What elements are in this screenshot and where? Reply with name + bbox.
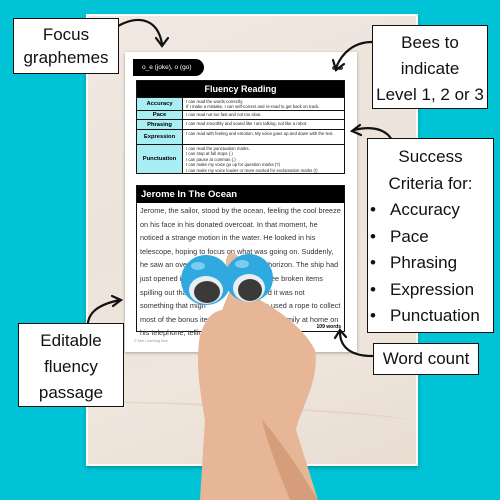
- callout-word-count: Word count: [373, 343, 479, 375]
- arrow-focus: [116, 18, 164, 46]
- callout-line: Bees to: [401, 33, 459, 52]
- success-item: • Expression: [368, 277, 493, 304]
- callout-line: graphemes: [23, 48, 109, 67]
- bullet-icon: •: [370, 306, 376, 325]
- callout-line: Level 1, 2 or 3: [376, 85, 484, 104]
- bullet-icon: •: [370, 226, 376, 246]
- callout-line: indicate: [400, 59, 460, 78]
- success-item: • Pace: [368, 224, 493, 251]
- bullet-icon: •: [370, 200, 376, 219]
- callout-line: Editable: [40, 331, 102, 350]
- success-item: • Phrasing: [368, 250, 493, 277]
- callout-line: fluency: [44, 357, 98, 376]
- callout-editable-passage: Editable fluency passage: [18, 323, 124, 407]
- bullet-icon: •: [370, 279, 376, 299]
- success-item-label: Accuracy: [390, 200, 460, 219]
- callout-line: Success: [398, 147, 463, 166]
- success-item-label: Punctuation: [390, 306, 480, 325]
- callout-focus-graphemes: Focus graphemes: [13, 18, 119, 74]
- callout-line: Criteria for:: [388, 173, 473, 193]
- success-item: • Punctuation: [368, 303, 493, 330]
- arrow-bees: [334, 40, 374, 70]
- success-item-label: Expression: [390, 279, 475, 299]
- callout-line: Focus: [42, 25, 90, 44]
- bullet-icon: •: [370, 253, 376, 272]
- success-criteria-list: • Accuracy • Pace • Phrasing • Expression • P…: [368, 197, 493, 330]
- callout-success-criteria: Success Criteria for: • Accuracy • Pace • P…: [367, 138, 494, 333]
- success-item: • Accuracy: [368, 197, 493, 224]
- callout-line: passage: [38, 383, 104, 402]
- callout-bees: Bees to indicate Level 1, 2 or 3: [372, 25, 488, 109]
- success-item-label: Pace: [390, 226, 429, 246]
- success-item-label: Phrasing: [390, 253, 458, 272]
